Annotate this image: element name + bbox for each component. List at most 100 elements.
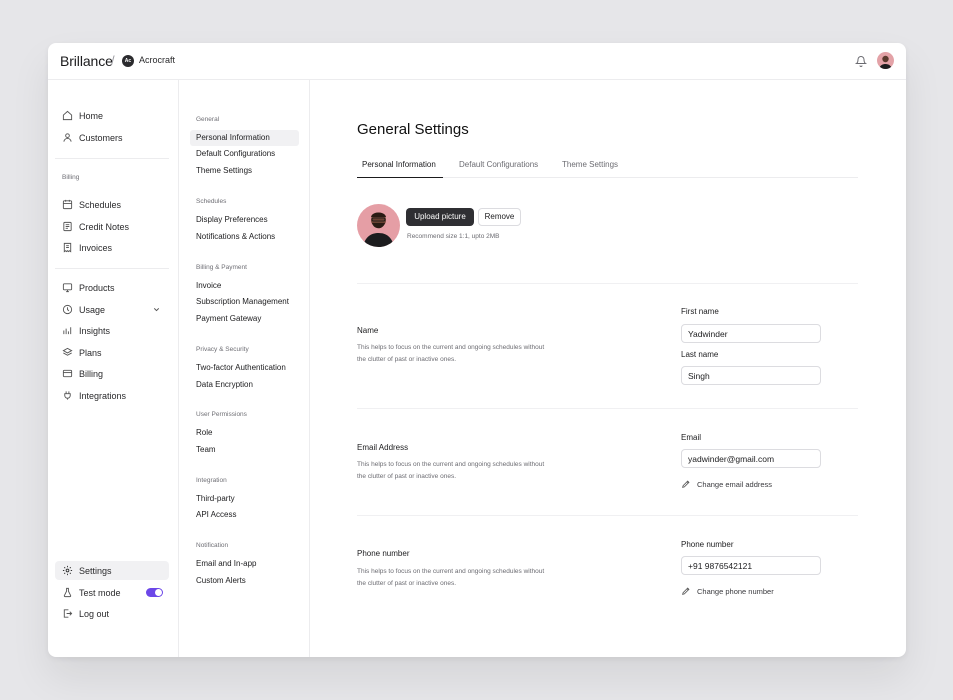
email-label: Email [681, 433, 702, 442]
subnav-item-role[interactable]: Role [190, 425, 299, 441]
first-name-label: First name [681, 307, 719, 316]
sidebar-item-customers[interactable]: Customers [55, 128, 169, 147]
org-switcher[interactable]: Acrocraft [139, 55, 175, 65]
home-icon [62, 110, 73, 121]
user-icon [63, 133, 72, 142]
sidebar-item-label: Insights [79, 325, 111, 336]
subnav-heading-schedules: Schedules [196, 198, 227, 205]
subnav-item-subscription-management[interactable]: Subscription Management [190, 294, 299, 310]
upload-picture-button[interactable]: Upload picture [406, 208, 474, 226]
brand-logo[interactable]: Brillance [60, 53, 113, 69]
sidebar-item-settings[interactable]: Settings [55, 561, 169, 580]
name-section-title: Name [357, 326, 379, 335]
remove-picture-button[interactable]: Remove [478, 208, 521, 226]
last-name-field[interactable] [681, 366, 821, 385]
sidebar-item-products[interactable]: Products [55, 278, 169, 297]
invoice-icon [63, 242, 72, 253]
subnav-heading-general: General [196, 116, 220, 123]
section-divider [357, 408, 858, 409]
subnav-heading-billing: Billing & Payment [196, 264, 247, 271]
test-mode-toggle[interactable] [146, 588, 163, 597]
sidebar-item-invoices[interactable]: Invoices [55, 238, 169, 257]
section-divider [357, 283, 858, 284]
main-content: General Settings Personal Information De… [310, 80, 906, 657]
phone-label: Phone number [681, 540, 734, 549]
tab-default-configurations[interactable]: Default Configurations [459, 160, 538, 178]
app-window: Brillance / Ac Acrocraft Home Customers … [48, 43, 906, 657]
sidebar-item-label: Customers [79, 132, 123, 143]
sidebar-item-credit-notes[interactable]: Credit Notes [55, 217, 169, 236]
sidebar-divider [55, 158, 169, 159]
user-avatar[interactable] [877, 52, 894, 69]
subnav-item-theme-settings[interactable]: Theme Settings [190, 163, 299, 179]
page-title: General Settings [357, 121, 469, 138]
upload-hint: Recommend size 1:1, upto 2MB [407, 233, 500, 240]
plug-icon [64, 391, 71, 400]
card-icon [62, 369, 73, 378]
sidebar-item-test-mode[interactable]: Test mode [55, 583, 169, 602]
gear-icon [62, 565, 73, 576]
subnav-heading-notification: Notification [196, 542, 229, 549]
sidebar-item-insights[interactable]: Insights [55, 321, 169, 340]
subnav-item-two-factor[interactable]: Two-factor Authentication [190, 360, 299, 376]
sidebar-item-usage[interactable]: Usage [55, 300, 169, 319]
top-bar: Brillance / Ac Acrocraft [48, 43, 906, 80]
subnav-heading-integration: Integration [196, 477, 227, 484]
chart-icon [63, 327, 72, 335]
subnav-item-team[interactable]: Team [190, 442, 299, 458]
settings-subnav: General Personal Information Default Con… [179, 80, 310, 657]
change-phone-link[interactable]: Change phone number [681, 586, 774, 596]
subnav-item-invoice[interactable]: Invoice [190, 278, 299, 294]
pencil-icon [682, 480, 690, 488]
subnav-item-personal-information[interactable]: Personal Information [190, 130, 299, 146]
tab-personal-information[interactable]: Personal Information [357, 160, 443, 178]
change-email-link[interactable]: Change email address [681, 479, 772, 489]
subnav-item-default-configurations[interactable]: Default Configurations [190, 146, 299, 162]
subnav-heading-privacy: Privacy & Security [196, 346, 249, 353]
phone-field[interactable] [681, 556, 821, 575]
sidebar-item-label: Integrations [79, 390, 127, 401]
sidebar-item-integrations[interactable]: Integrations [55, 386, 169, 405]
breadcrumb-separator: / [111, 53, 115, 68]
change-email-label: Change email address [697, 479, 773, 489]
phone-section-title: Phone number [357, 549, 410, 558]
sidebar-section-billing: Billing [62, 174, 80, 181]
subnav-item-payment-gateway[interactable]: Payment Gateway [190, 311, 299, 327]
sidebar-item-label: Schedules [79, 199, 122, 210]
note-icon [63, 221, 72, 232]
email-field[interactable] [681, 449, 821, 468]
sidebar-item-label: Billing [79, 368, 104, 379]
subnav-item-api-access[interactable]: API Access [190, 507, 299, 523]
name-section-description: This helps to focus on the current and o… [357, 344, 545, 363]
pencil-icon [682, 587, 690, 595]
subnav-item-display-preferences[interactable]: Display Preferences [190, 212, 299, 228]
usage-icon [62, 304, 73, 315]
section-divider [357, 515, 858, 516]
sidebar-item-logout[interactable]: Log out [55, 604, 169, 623]
chevron-down-icon [153, 308, 160, 312]
sidebar-item-label: Plans [79, 347, 102, 358]
logout-icon [63, 609, 73, 618]
bell-icon[interactable] [855, 55, 867, 67]
sidebar-item-label: Products [79, 282, 115, 293]
sidebar-divider [55, 268, 169, 269]
email-section-description: This helps to focus on the current and o… [357, 461, 545, 480]
sidebar-item-label: Test mode [79, 587, 121, 598]
sidebar-item-billing[interactable]: Billing [55, 364, 169, 383]
tab-theme-settings[interactable]: Theme Settings [562, 160, 618, 178]
phone-section-description: This helps to focus on the current and o… [357, 568, 545, 587]
subnav-item-third-party[interactable]: Third-party [190, 491, 299, 507]
change-phone-label: Change phone number [697, 586, 774, 596]
sidebar-item-label: Home [79, 110, 104, 121]
sidebar-item-schedules[interactable]: Schedules [55, 195, 169, 214]
subnav-item-email-in-app[interactable]: Email and In-app [190, 556, 299, 572]
sidebar-item-plans[interactable]: Plans [55, 343, 169, 362]
subnav-item-custom-alerts[interactable]: Custom Alerts [190, 573, 299, 589]
org-logo: Ac [122, 55, 134, 67]
first-name-field[interactable] [681, 324, 821, 343]
subnav-item-notifications-actions[interactable]: Notifications & Actions [190, 229, 299, 245]
sidebar-item-label: Settings [79, 565, 112, 576]
subnav-item-data-encryption[interactable]: Data Encryption [190, 377, 299, 393]
sidebar-item-home[interactable]: Home [55, 106, 169, 125]
last-name-label: Last name [681, 350, 719, 359]
